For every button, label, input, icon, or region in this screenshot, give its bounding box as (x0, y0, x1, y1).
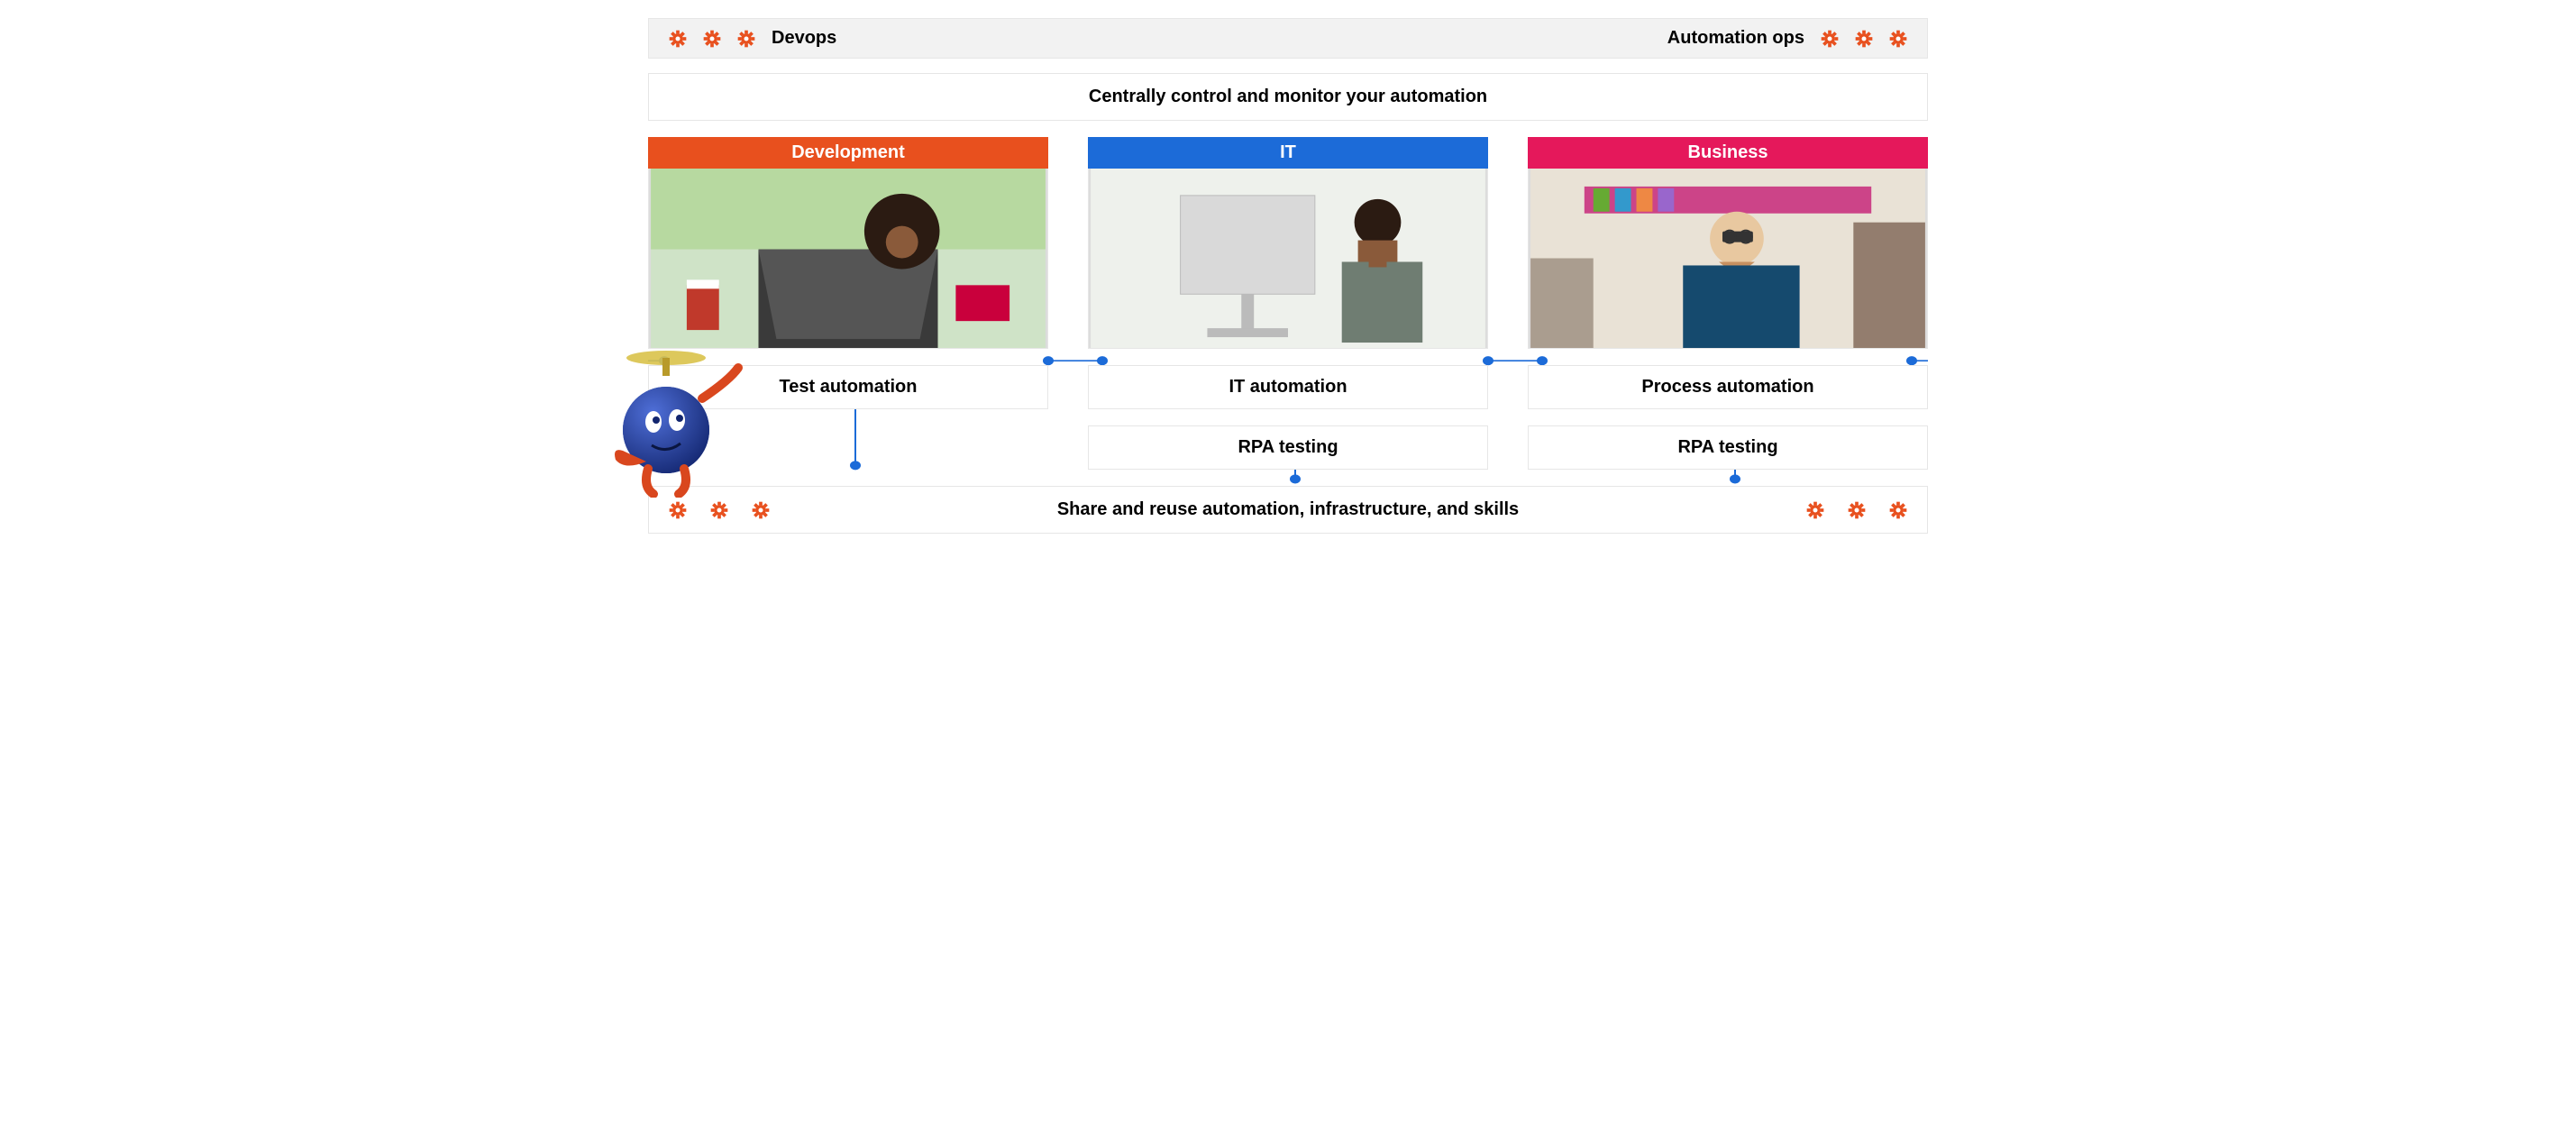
column-business: Business (1528, 137, 1928, 470)
gear-icon (1889, 501, 1907, 519)
gear-icon (669, 30, 687, 48)
gear-icon (710, 501, 728, 519)
gear-icon (1848, 501, 1866, 519)
column-it: IT IT automation (1088, 137, 1488, 470)
gear-icon (669, 501, 687, 519)
footer-text: Share and reuse automation, infrastructu… (1057, 499, 1519, 520)
mascot-icon (612, 344, 747, 498)
subtitle-box: Centrally control and monitor your autom… (648, 73, 1928, 121)
gear-icon (1821, 30, 1839, 48)
header-left-label: Devops (772, 28, 836, 49)
box-rpa-testing: RPA testing (1528, 425, 1928, 470)
column-header: Business (1528, 137, 1928, 169)
footer-bar: Share and reuse automation, infrastructu… (648, 486, 1928, 534)
gear-icon (752, 501, 770, 519)
box-it-automation: IT automation (1088, 365, 1488, 409)
box-rpa-testing: RPA testing (1088, 425, 1488, 470)
subtitle-text: Centrally control and monitor your autom… (1089, 87, 1487, 106)
header-bar: Devops Automation ops (648, 18, 1928, 59)
box-process-automation: Process automation (1528, 365, 1928, 409)
column-header: Development (648, 137, 1048, 169)
gear-icon (1806, 501, 1824, 519)
gear-icon (1889, 30, 1907, 48)
gear-icon (703, 30, 721, 48)
column-photo (1528, 169, 1928, 349)
columns: Development Test automat (648, 137, 1928, 470)
header-right-label: Automation ops (1667, 28, 1804, 49)
column-photo (648, 169, 1048, 349)
gear-icon (1855, 30, 1873, 48)
gear-icon (737, 30, 755, 48)
column-photo (1088, 169, 1488, 349)
column-header: IT (1088, 137, 1488, 169)
